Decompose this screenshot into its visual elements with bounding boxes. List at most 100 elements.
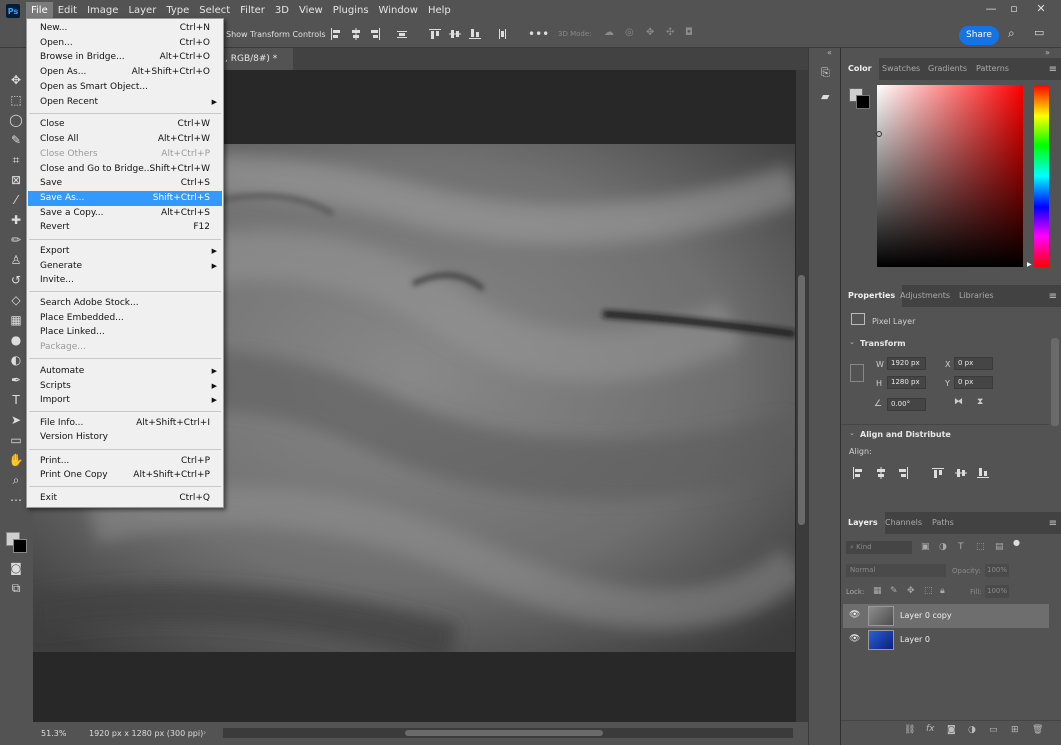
tab-channels[interactable]: Channels <box>878 512 929 534</box>
menu-item-file-info[interactable]: File Info... Alt+Shift+Ctrl+I <box>28 416 222 431</box>
crop-tool-icon[interactable]: ⌗ <box>8 152 24 168</box>
panel-align-center-icon[interactable] <box>875 467 887 479</box>
horizontal-scrollbar[interactable] <box>223 728 793 738</box>
angle-field[interactable]: 0.00° <box>887 398 926 411</box>
filter-toggle-icon[interactable]: ● <box>1013 538 1020 547</box>
dodge-tool-icon[interactable]: ◐ <box>8 352 24 368</box>
filter-pixel-icon[interactable]: ▣ <box>921 542 930 552</box>
menu-item-save[interactable]: Save Ctrl+S <box>28 176 222 191</box>
visibility-eye-icon[interactable]: 👁︎ <box>849 634 860 644</box>
transform-controls-label[interactable]: Show Transform Controls <box>226 30 326 39</box>
eraser-tool-icon[interactable]: ◇ <box>8 292 24 308</box>
menu-item-browse-in-bridge[interactable]: Browse in Bridge... Alt+Ctrl+O <box>28 50 222 65</box>
vertical-scrollbar[interactable] <box>796 70 808 722</box>
collapse-dock-icon[interactable]: « <box>827 48 832 57</box>
menu-window[interactable]: Window <box>374 2 423 20</box>
menu-filter[interactable]: Filter <box>235 2 270 20</box>
align-bottom-icon[interactable] <box>469 28 481 40</box>
horizontal-scroll-thumb[interactable] <box>405 730 603 736</box>
close-icon[interactable]: ✕ <box>1030 0 1052 20</box>
hand-tool-icon[interactable]: ✋ <box>8 452 24 468</box>
menu-item-place-embedded[interactable]: Place Embedded... <box>28 311 222 326</box>
panel-align-bottom-icon[interactable] <box>977 467 989 479</box>
minimize-icon[interactable]: — <box>980 0 1002 20</box>
lasso-tool-icon[interactable]: ◯ <box>8 112 24 128</box>
new-group-icon[interactable]: ▭ <box>989 725 998 735</box>
menu-item-open-recent[interactable]: Open Recent ▶ <box>28 95 222 110</box>
tab-gradients[interactable]: Gradients <box>921 58 974 80</box>
align-left-icon[interactable] <box>330 28 342 40</box>
lock-all-icon[interactable]: 🔒︎ <box>940 586 945 596</box>
pen-tool-icon[interactable]: ✒ <box>8 372 24 388</box>
layer-style-icon[interactable]: fx <box>926 724 935 734</box>
gradient-tool-icon[interactable]: ▦ <box>8 312 24 328</box>
more-options-icon[interactable]: ••• <box>528 27 549 41</box>
tab-paths[interactable]: Paths <box>925 512 961 534</box>
flip-horizontal-icon[interactable]: ⧓ <box>954 397 963 407</box>
panel-align-middle-icon[interactable] <box>955 467 967 479</box>
height-field[interactable]: 1280 px <box>887 376 926 389</box>
lock-artboard-icon[interactable]: ⬚ <box>924 586 933 596</box>
layer-name[interactable]: Layer 0 <box>900 635 930 644</box>
menu-plugins[interactable]: Plugins <box>328 2 374 20</box>
tab-patterns[interactable]: Patterns <box>969 58 1016 80</box>
menu-item-close-and-go-to-bridge[interactable]: Close and Go to Bridge... Shift+Ctrl+W <box>28 162 222 177</box>
menu-item-generate[interactable]: Generate ▶ <box>28 259 222 274</box>
zoom-tool-icon[interactable]: ⌕ <box>8 472 24 488</box>
tab-color[interactable]: Color <box>841 58 879 80</box>
history-brush-tool-icon[interactable]: ↺ <box>8 272 24 288</box>
menu-item-exit[interactable]: Exit Ctrl+Q <box>28 491 222 506</box>
fill-field[interactable]: 100% <box>985 585 1009 598</box>
align-middle-v-icon[interactable] <box>449 28 461 40</box>
menu-item-save-as[interactable]: Save As... Shift+Ctrl+S <box>28 191 222 206</box>
opacity-field[interactable]: 100% <box>985 564 1009 577</box>
menu-help[interactable]: Help <box>423 2 456 20</box>
layer-name[interactable]: Layer 0 copy <box>900 611 952 620</box>
menu-item-export[interactable]: Export ▶ <box>28 244 222 259</box>
vertical-scroll-thumb[interactable] <box>798 275 805 525</box>
hue-slider[interactable] <box>1034 85 1049 267</box>
properties-panel-menu-icon[interactable]: ≡ <box>1049 291 1057 302</box>
align-top-icon[interactable] <box>429 28 441 40</box>
menu-item-close[interactable]: Close Ctrl+W <box>28 117 222 132</box>
eyedropper-tool-icon[interactable]: ⁄ <box>8 192 24 208</box>
lock-transparent-icon[interactable]: ▦ <box>873 586 882 596</box>
link-dimensions-icon[interactable] <box>850 364 864 382</box>
menu-item-open-as-smart-object[interactable]: Open as Smart Object... <box>28 80 222 95</box>
menu-item-new[interactable]: New... Ctrl+N <box>28 21 222 36</box>
layer-filter-kind[interactable]: ⌕ Kind <box>846 541 912 554</box>
filter-shape-icon[interactable]: ⬚ <box>976 542 985 552</box>
menu-view[interactable]: View <box>294 2 328 20</box>
share-button[interactable]: Share <box>959 26 999 45</box>
menu-item-place-linked[interactable]: Place Linked... <box>28 325 222 340</box>
hue-marker-icon[interactable]: ▶ <box>1027 261 1032 268</box>
add-mask-icon[interactable]: ◙ <box>947 725 956 735</box>
filter-adjustment-icon[interactable]: ◑ <box>939 542 947 552</box>
blend-mode-select[interactable]: Normal <box>846 564 946 577</box>
menu-item-automate[interactable]: Automate ▶ <box>28 364 222 379</box>
menu-item-print-one-copy[interactable]: Print One Copy Alt+Shift+Ctrl+P <box>28 468 222 483</box>
lock-pixels-icon[interactable]: ✎ <box>890 586 898 596</box>
menu-item-open[interactable]: Open... Ctrl+O <box>28 36 222 51</box>
y-field[interactable]: 0 px <box>954 376 993 389</box>
x-field[interactable]: 0 px <box>954 357 993 370</box>
collapse-panels-icon[interactable]: » <box>1045 48 1050 57</box>
properties-scrollbar[interactable] <box>1051 338 1059 426</box>
visibility-eye-icon[interactable]: 👁︎ <box>849 610 860 620</box>
panel-align-top-icon[interactable] <box>932 467 944 479</box>
type-tool-icon[interactable]: T <box>8 392 24 408</box>
clone-stamp-tool-icon[interactable]: ♙ <box>8 252 24 268</box>
new-layer-icon[interactable]: ⊞ <box>1011 725 1019 735</box>
zoom-level[interactable]: 51.3% <box>41 729 66 738</box>
path-selection-tool-icon[interactable]: ➤ <box>8 412 24 428</box>
menu-item-scripts[interactable]: Scripts ▶ <box>28 379 222 394</box>
align-center-h-icon[interactable] <box>350 28 362 40</box>
color-field[interactable] <box>877 85 1023 267</box>
quick-mask-icon[interactable]: ◙ <box>8 560 24 576</box>
brush-tool-icon[interactable]: ✏ <box>8 232 24 248</box>
screen-mode-icon[interactable]: ⧉ <box>8 580 24 596</box>
distribute-icon[interactable] <box>396 28 408 40</box>
menu-item-invite[interactable]: Invite... <box>28 273 222 288</box>
marquee-tool-icon[interactable]: ⬚ <box>8 92 24 108</box>
tab-libraries[interactable]: Libraries <box>952 285 1001 307</box>
